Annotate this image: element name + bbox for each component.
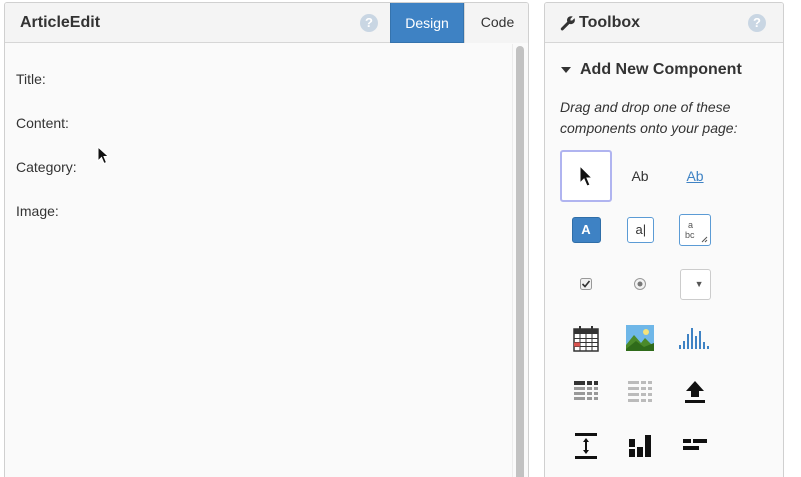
textarea-tool[interactable]: a bc [669, 204, 721, 256]
caret-down-icon [561, 67, 571, 73]
tab-design[interactable]: Design [390, 3, 464, 43]
image-icon [626, 325, 654, 351]
textbox-tool[interactable]: a| [614, 204, 666, 256]
radio-tool[interactable] [614, 258, 666, 310]
calendar-icon [573, 325, 599, 352]
pointer-icon [579, 164, 594, 187]
flow-panel-tool[interactable] [669, 420, 721, 472]
repeating-panel-icon [628, 381, 652, 402]
label-icon: Ab [631, 168, 649, 184]
textarea-icon: a bc [679, 214, 711, 246]
flow-panel-icon [683, 439, 707, 450]
section-title: Add New Component [580, 61, 742, 78]
editor-panel: ArticleEdit ? Design Code Title: Content… [4, 2, 529, 477]
resize-grip-icon [701, 236, 708, 243]
file-upload-tool[interactable] [669, 366, 721, 418]
image-tool[interactable] [614, 312, 666, 364]
category-field-label: Category: [16, 159, 77, 175]
upload-icon [685, 381, 705, 403]
button-icon: A [571, 217, 601, 243]
bar-chart-icon [679, 328, 709, 349]
editor-header: ArticleEdit ? Design Code [5, 3, 528, 43]
scrollbar-thumb[interactable] [516, 46, 524, 477]
repeating-panel-tool[interactable] [614, 366, 666, 418]
title-field-label: Title: [16, 71, 46, 87]
toolbox-title: Toolbox [579, 14, 641, 31]
wrench-icon [560, 16, 575, 31]
help-icon[interactable]: ? [360, 14, 378, 32]
toolbox-header: Toolbox ? [545, 3, 783, 43]
editor-title: ArticleEdit [20, 14, 101, 31]
scrollbar[interactable] [512, 44, 526, 477]
column-panel-tool[interactable] [614, 420, 666, 472]
tab-code[interactable]: Code [464, 3, 528, 43]
design-canvas[interactable]: Title: Content: Category: Image: [5, 44, 528, 477]
label-tool[interactable]: Ab [614, 150, 666, 202]
mouse-cursor-icon [97, 146, 110, 165]
date-picker-tool[interactable] [560, 312, 612, 364]
link-tool[interactable]: Ab [669, 150, 721, 202]
link-icon: Ab [686, 168, 704, 184]
content-field-label: Content: [16, 115, 69, 131]
spacer-icon [575, 433, 597, 459]
checkbox-icon [580, 278, 592, 290]
radio-icon [634, 278, 646, 290]
button-tool[interactable]: A [560, 204, 612, 256]
textarea-icon-line-1: a [688, 220, 694, 230]
image-field-label: Image: [16, 203, 59, 219]
help-icon[interactable]: ? [748, 14, 766, 32]
data-grid-tool[interactable] [560, 366, 612, 418]
textbox-icon: a| [626, 217, 654, 243]
dropdown-tool[interactable]: ▼ [669, 258, 721, 310]
chart-tool[interactable] [669, 312, 721, 364]
pointer-tool[interactable] [560, 150, 612, 202]
data-grid-icon [574, 381, 598, 400]
checkbox-tool[interactable] [560, 258, 612, 310]
spacer-tool[interactable] [560, 420, 612, 472]
dropdown-icon: ▼ [679, 268, 711, 300]
column-panel-icon [629, 435, 651, 457]
toolbox-hint: Drag and drop one of these components on… [560, 99, 738, 136]
toolbox-panel: Toolbox ? Add New Component Drag and dro… [544, 2, 784, 477]
add-component-section-toggle[interactable]: Add New Component [560, 61, 760, 81]
